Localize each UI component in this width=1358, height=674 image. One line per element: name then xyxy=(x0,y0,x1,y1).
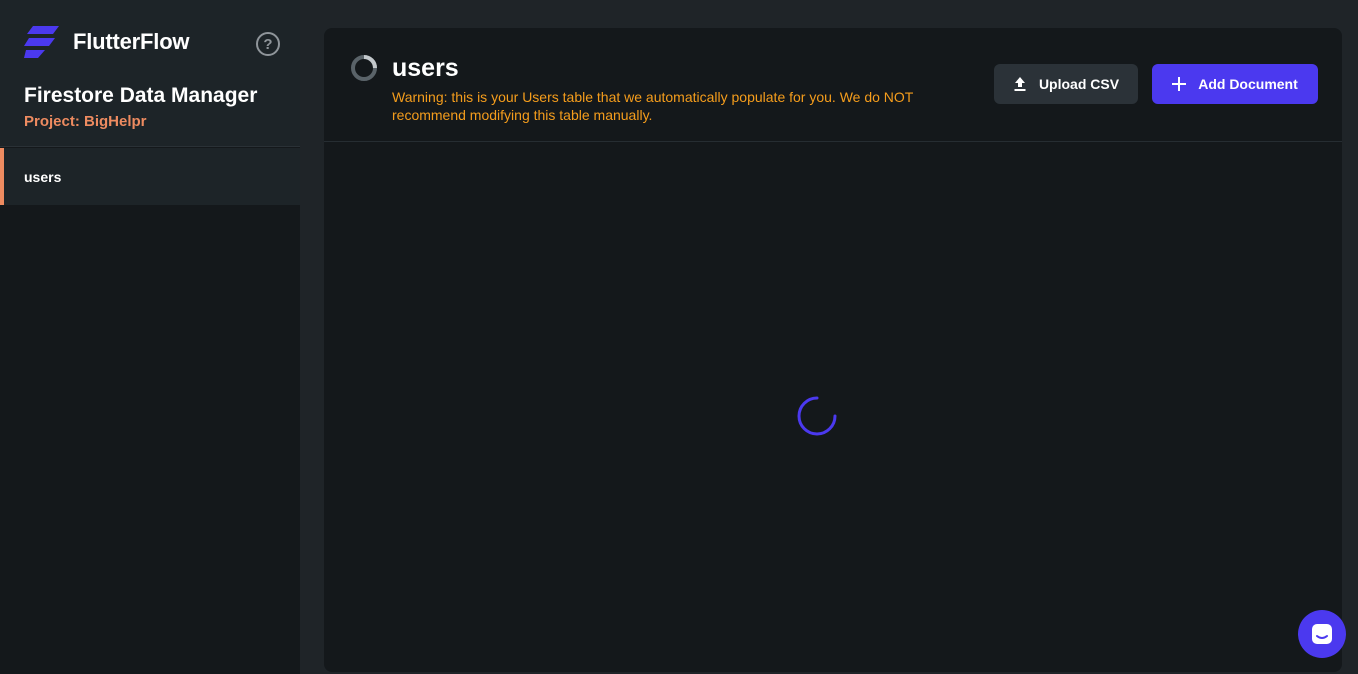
page-title: users xyxy=(392,54,459,82)
manager-title: Firestore Data Manager xyxy=(24,84,258,107)
warning-text: Warning: this is your Users table that w… xyxy=(392,89,914,123)
plus-icon xyxy=(1172,77,1187,91)
loading-ring-icon xyxy=(351,55,377,81)
brand-name: FlutterFlow xyxy=(73,29,190,54)
add-document-button[interactable]: Add Document xyxy=(1152,64,1318,104)
panel-header: users Warning: this is your Users table … xyxy=(324,28,1342,142)
upload-icon xyxy=(1013,77,1027,91)
brand: FlutterFlow xyxy=(24,26,190,58)
upload-csv-label: Upload CSV xyxy=(1038,76,1120,92)
sidebar: FlutterFlow ? Firestore Data Manager Pro… xyxy=(0,0,300,674)
flutterflow-logo-icon xyxy=(24,26,59,58)
sidebar-item-users[interactable]: users xyxy=(0,148,300,205)
chat-icon xyxy=(1312,624,1332,644)
loading-spinner-icon xyxy=(797,396,837,436)
sidebar-item-label: users xyxy=(24,168,62,185)
project-label: Project: BigHelpr xyxy=(24,113,147,130)
chat-button[interactable] xyxy=(1298,610,1346,658)
upload-csv-button[interactable]: Upload CSV xyxy=(994,64,1138,104)
help-icon[interactable]: ? xyxy=(256,32,280,56)
sidebar-header: FlutterFlow ? Firestore Data Manager Pro… xyxy=(0,0,300,147)
add-document-label: Add Document xyxy=(1198,76,1298,92)
main-panel: users Warning: this is your Users table … xyxy=(324,28,1342,672)
